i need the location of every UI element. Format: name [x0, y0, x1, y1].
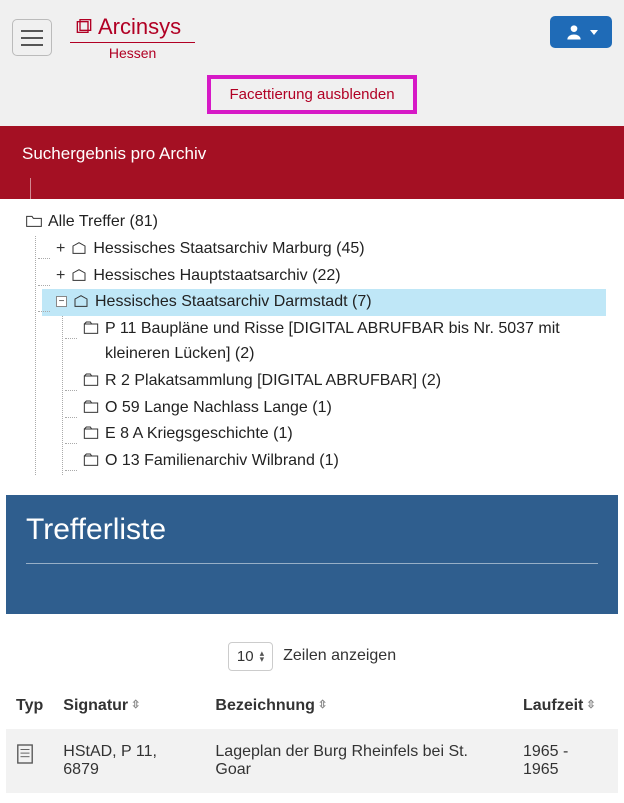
rows-label: Zeilen anzeigen [283, 647, 396, 665]
tree-node-label: Hessisches Staatsarchiv Darmstadt (7) [95, 290, 372, 315]
tree-leaf-label: R 2 Plakatsammlung [DIGITAL ABRUFBAR] (2… [105, 369, 441, 394]
col-type: Typ [6, 689, 53, 729]
tree-leaf-label: O 59 Lange Nachlass Lange (1) [105, 396, 332, 421]
sort-icon: ⇳ [131, 702, 140, 709]
folder-icon [83, 453, 99, 467]
cell-runtime: 1965 - 1965 [513, 729, 618, 793]
tree-root-label: Alle Treffer (81) [48, 210, 158, 235]
folder-icon [83, 373, 99, 387]
menu-toggle-button[interactable] [12, 19, 52, 56]
archive-icon [73, 294, 89, 308]
tree-leaf-label: P 11 Baupläne und Risse [DIGITAL ABRUFBA… [105, 317, 604, 367]
tree-leaf-label: E 8 A Kriegsgeschichte (1) [105, 422, 293, 447]
tree-node-selected[interactable]: − Hessisches Staatsarchiv Darmstadt (7) [42, 289, 606, 316]
tree-children: + Hessisches Staatsarchiv Marburg (45) +… [35, 236, 606, 475]
user-menu-button[interactable] [550, 16, 612, 48]
tree-leaf-label: O 13 Familienarchiv Wilbrand (1) [105, 449, 339, 474]
collapse-icon[interactable]: − [56, 296, 67, 307]
brand-icon [76, 19, 92, 35]
sort-icon: ⇳ [318, 702, 327, 709]
brand-region: Hessen [109, 45, 156, 61]
tree-node[interactable]: + Hessisches Hauptstaatsarchiv (22) [42, 263, 606, 290]
archive-results-header: Suchergebnis pro Archiv [0, 126, 624, 199]
chevron-down-icon [590, 30, 598, 35]
folder-open-icon [26, 214, 42, 228]
archive-icon [71, 241, 87, 255]
results-panel-header: Trefferliste [6, 495, 618, 614]
results-table: Typ Signatur⇳ Bezeichnung⇳ Laufzeit⇳ HSt… [6, 689, 618, 793]
tree-node[interactable]: + Hessisches Staatsarchiv Marburg (45) [42, 236, 606, 263]
table-row[interactable]: HStAD, P 11, 6879 Lageplan der Burg Rhei… [6, 729, 618, 793]
brand[interactable]: Arcinsys Hessen [70, 14, 195, 61]
facet-toggle-button[interactable]: Facettierung ausblenden [207, 75, 416, 114]
tree-root[interactable]: Alle Treffer (81) [24, 209, 606, 236]
tree-sub-children: P 11 Baupläne und Risse [DIGITAL ABRUFBA… [62, 316, 606, 475]
user-icon [564, 22, 584, 42]
cell-title: Lageplan der Burg Rheinfels bei St. Goar [205, 729, 513, 793]
col-title[interactable]: Bezeichnung⇳ [205, 689, 513, 729]
folder-icon [83, 400, 99, 414]
cell-type [6, 729, 53, 793]
tree-leaf[interactable]: O 13 Familienarchiv Wilbrand (1) [69, 448, 606, 475]
col-runtime[interactable]: Laufzeit⇳ [513, 689, 618, 729]
col-signature[interactable]: Signatur⇳ [53, 689, 205, 729]
sort-icon: ⇳ [586, 702, 595, 709]
results-title: Trefferliste [26, 513, 598, 564]
expand-icon[interactable]: + [56, 237, 65, 262]
facet-bar: Facettierung ausblenden [0, 67, 624, 126]
document-icon [16, 743, 34, 765]
cell-signature: HStAD, P 11, 6879 [53, 729, 205, 793]
archive-icon [71, 268, 87, 282]
top-bar: Arcinsys Hessen [0, 0, 624, 67]
expand-icon[interactable]: + [56, 264, 65, 289]
page-size-select[interactable]: 10 ▴▾ [228, 642, 273, 671]
page-size-value: 10 [237, 648, 254, 665]
tree-node-label: Hessisches Hauptstaatsarchiv (22) [93, 264, 340, 289]
tree-leaf[interactable]: E 8 A Kriegsgeschichte (1) [69, 421, 606, 448]
folder-icon [83, 321, 99, 335]
result-tree: Alle Treffer (81) + Hessisches Staatsarc… [0, 199, 624, 495]
tree-leaf[interactable]: R 2 Plakatsammlung [DIGITAL ABRUFBAR] (2… [69, 368, 606, 395]
select-arrows-icon: ▴▾ [260, 650, 265, 662]
brand-name: Arcinsys [98, 14, 181, 40]
folder-icon [83, 426, 99, 440]
hamburger-icon [21, 37, 43, 39]
tree-leaf[interactable]: P 11 Baupläne und Risse [DIGITAL ABRUFBA… [69, 316, 606, 368]
tree-leaf[interactable]: O 59 Lange Nachlass Lange (1) [69, 395, 606, 422]
tree-node-label: Hessisches Staatsarchiv Marburg (45) [93, 237, 364, 262]
archive-results-title: Suchergebnis pro Archiv [22, 144, 206, 163]
pagination-row: 10 ▴▾ Zeilen anzeigen [0, 614, 624, 689]
